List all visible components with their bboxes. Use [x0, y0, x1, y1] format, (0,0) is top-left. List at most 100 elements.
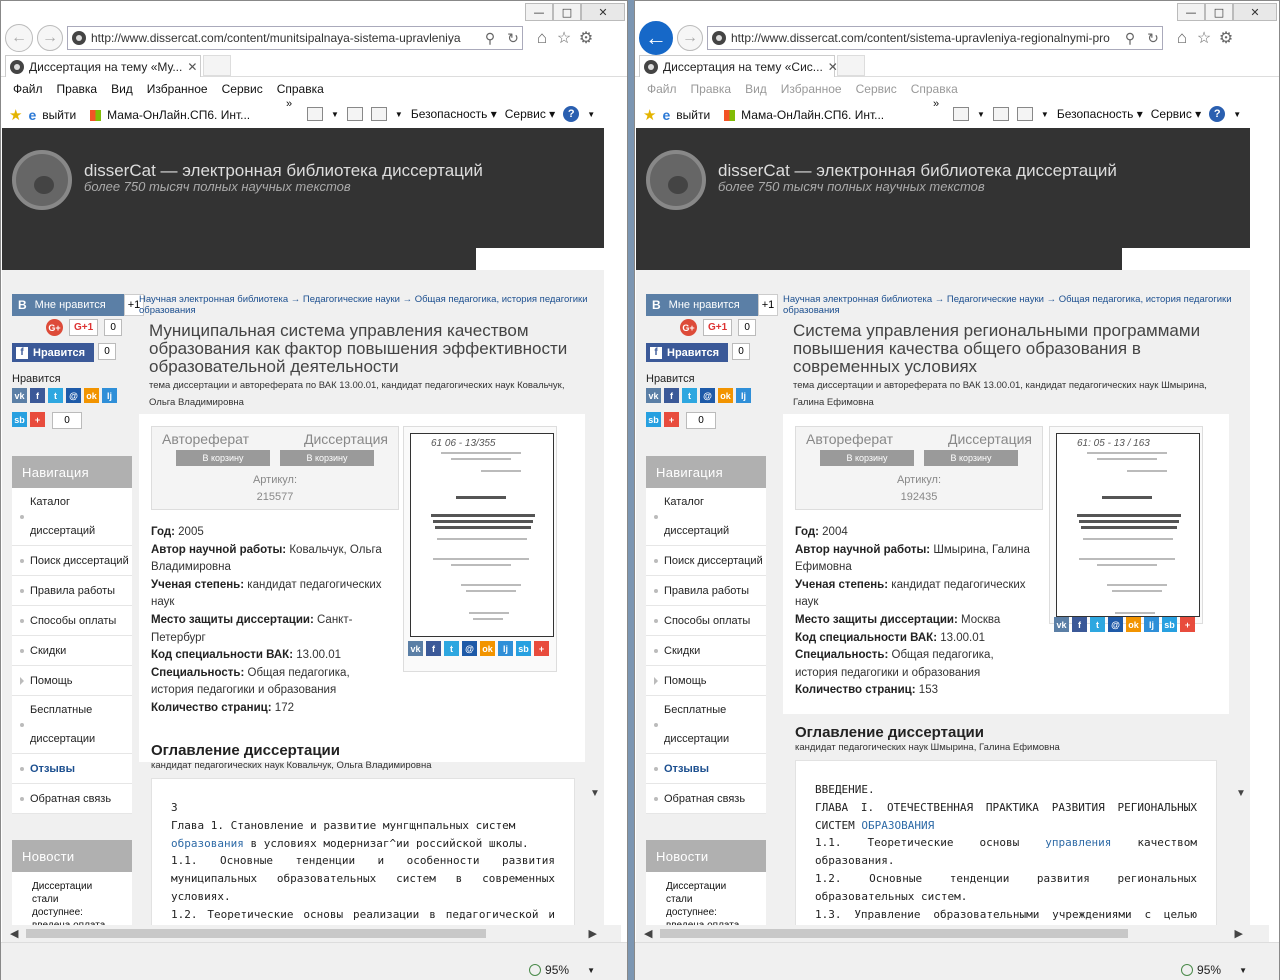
twitter-icon[interactable]: t [48, 388, 63, 403]
nav-item-0[interactable]: Каталог диссертаций [646, 488, 766, 546]
abstract-cart-button[interactable]: В корзину [820, 450, 914, 466]
toc-link[interactable]: управления [1045, 836, 1111, 849]
gplus-share-icon[interactable]: G+ [46, 319, 63, 336]
nav-item-2[interactable]: Правила работы [646, 576, 766, 606]
mail-icon[interactable]: @ [1108, 617, 1123, 632]
gplus-button[interactable]: G+1 [703, 319, 733, 336]
zoom-control[interactable]: 95% ▼ [1181, 963, 1247, 977]
vertical-scrollbar[interactable]: ▲ ▼ [587, 270, 604, 803]
surfingbird-icon[interactable]: sb [516, 641, 531, 656]
scroll-down-icon[interactable]: ▼ [1236, 788, 1246, 799]
surfingbird-icon[interactable]: sb [1162, 617, 1177, 632]
twitter-icon[interactable]: t [444, 641, 459, 656]
cover-thumbnail[interactable]: 61 06 - 13/355 [410, 433, 554, 637]
abstract-cart-button[interactable]: В корзину [176, 450, 270, 466]
dissertation-cart-button[interactable]: В корзину [924, 450, 1018, 466]
back-button[interactable]: ← [5, 24, 33, 52]
address-bar[interactable]: http://www.dissercat.com/content/sistema… [707, 26, 1163, 50]
menu-item-3[interactable]: Избранное [781, 82, 842, 96]
menu-item-1[interactable]: Правка [57, 82, 98, 96]
gplus-button[interactable]: G+1 [69, 319, 99, 336]
vk-like-button[interactable]: B Мне нравится [12, 294, 124, 316]
livejournal-icon[interactable]: lj [498, 641, 513, 656]
livejournal-icon[interactable]: lj [736, 388, 751, 403]
add-favorite-icon[interactable]: ★ [9, 106, 22, 124]
odnoklassniki-icon[interactable]: ok [480, 641, 495, 656]
close-button[interactable]: ✕ [581, 3, 625, 21]
favorites-star-icon[interactable]: ☆ [555, 28, 573, 48]
service-menu[interactable]: Сервис ▾ [505, 107, 555, 121]
twitter-icon[interactable]: t [682, 388, 697, 403]
vk-icon[interactable]: vk [646, 388, 661, 403]
minimize-button[interactable]: — [1177, 3, 1205, 21]
scroll-down-icon[interactable]: ▼ [590, 788, 600, 799]
facebook-icon[interactable]: f [426, 641, 441, 656]
nav-item-4[interactable]: Скидки [646, 636, 766, 666]
menu-item-2[interactable]: Вид [745, 82, 767, 96]
help-dropdown-icon[interactable]: ▼ [587, 110, 595, 119]
nav-item-3[interactable]: Способы оплаты [646, 606, 766, 636]
read-mail-icon[interactable] [992, 107, 1009, 121]
fav-exit-link[interactable]: выйти [676, 108, 710, 122]
mail-icon[interactable]: @ [700, 388, 715, 403]
mail-icon[interactable]: @ [66, 388, 81, 403]
scroll-right-icon[interactable]: ▶ [589, 927, 597, 940]
read-mail-icon[interactable] [346, 107, 363, 121]
rss-feed-icon[interactable] [307, 107, 323, 121]
print-dropdown-icon[interactable]: ▼ [1041, 110, 1049, 119]
print-icon[interactable] [370, 107, 387, 121]
forward-button[interactable]: → [677, 25, 703, 51]
menu-item-4[interactable]: Сервис [222, 82, 263, 96]
facebook-icon[interactable]: f [664, 388, 679, 403]
rss-feed-icon[interactable] [953, 107, 969, 121]
refresh-icon[interactable]: ↻ [504, 30, 522, 47]
vk-like-button[interactable]: B Мне нравится [646, 294, 758, 316]
search-icon[interactable]: ⚲ [1121, 30, 1139, 47]
help-dropdown-icon[interactable]: ▼ [1233, 110, 1241, 119]
forward-button[interactable]: → [37, 25, 63, 51]
toc-link[interactable]: образования [171, 837, 244, 850]
nav-item-8[interactable]: Обратная связь [646, 784, 766, 814]
menu-item-5[interactable]: Справка [277, 82, 324, 96]
nav-item-6[interactable]: Бесплатные диссертации [12, 696, 132, 754]
print-dropdown-icon[interactable]: ▼ [395, 110, 403, 119]
odnoklassniki-icon[interactable]: ok [84, 388, 99, 403]
breadcrumb[interactable]: Научная электронная библиотека → Педагог… [139, 294, 602, 316]
fav-more-chevron[interactable]: » [933, 98, 939, 110]
security-menu[interactable]: Безопасность ▾ [1057, 107, 1143, 121]
zoom-control[interactable]: 95% ▼ [529, 963, 595, 977]
fav-exit-link[interactable]: выйти [42, 108, 76, 122]
horizontal-scrollbar[interactable]: ◀ ▶ [636, 925, 1269, 942]
minimize-button[interactable]: — [525, 3, 553, 21]
livejournal-icon[interactable]: lj [102, 388, 117, 403]
nav-item-8[interactable]: Обратная связь [12, 784, 132, 814]
scroll-left-icon[interactable]: ◀ [10, 927, 18, 940]
nav-item-5[interactable]: Помощь [12, 666, 132, 696]
fav-more-chevron[interactable]: » [286, 98, 292, 110]
header-search-area[interactable] [1122, 248, 1250, 270]
help-icon[interactable]: ? [563, 106, 580, 122]
nav-item-4[interactable]: Скидки [12, 636, 132, 666]
header-search-area[interactable] [476, 248, 604, 270]
twitter-icon[interactable]: t [1090, 617, 1105, 632]
print-icon[interactable] [1016, 107, 1033, 121]
facebook-like-button[interactable]: f Нравится [12, 343, 94, 362]
hscroll-thumb[interactable] [660, 929, 1128, 938]
home-icon[interactable]: ⌂ [533, 28, 551, 48]
settings-gear-icon[interactable]: ⚙ [577, 28, 595, 48]
more-share-icon[interactable]: + [30, 412, 45, 427]
nav-item-1[interactable]: Поиск диссертаций [12, 546, 132, 576]
surfingbird-icon[interactable]: sb [12, 412, 27, 427]
nav-item-7[interactable]: Отзывы [646, 754, 766, 784]
mail-icon[interactable]: @ [462, 641, 477, 656]
odnoklassniki-icon[interactable]: ok [1126, 617, 1141, 632]
gplus-share-icon[interactable]: G+ [680, 319, 697, 336]
nav-item-3[interactable]: Способы оплаты [12, 606, 132, 636]
tab-active[interactable]: Диссертация на тему «Сис... ✕ [639, 55, 838, 77]
breadcrumb[interactable]: Научная электронная библиотека → Педагог… [783, 294, 1248, 316]
add-favorite-icon[interactable]: ★ [643, 106, 656, 124]
nav-item-0[interactable]: Каталог диссертаций [12, 488, 132, 546]
nav-item-6[interactable]: Бесплатные диссертации [646, 696, 766, 754]
hscroll-thumb[interactable] [26, 929, 486, 938]
security-menu[interactable]: Безопасность ▾ [411, 107, 497, 121]
